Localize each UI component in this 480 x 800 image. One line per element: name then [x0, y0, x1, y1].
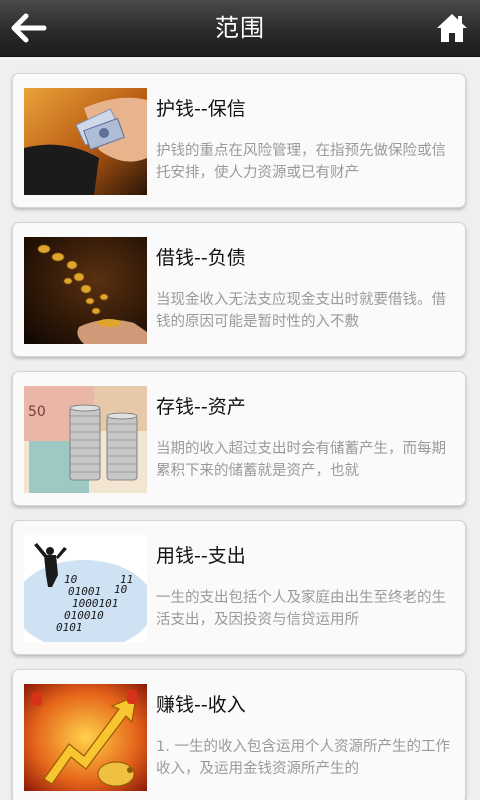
svg-text:50: 50 [28, 404, 46, 420]
home-button[interactable] [436, 11, 468, 45]
top-bar: 范围 [0, 0, 480, 57]
thumbnail-image: 50 [24, 386, 147, 493]
item-description: 护钱的重点在风险管理，在指预先做保险或信托安排，使人力资源或已有财产 [156, 143, 446, 181]
item-title: 护钱--保信 [156, 98, 246, 120]
thumbnail-image [24, 237, 147, 344]
item-title: 赚钱--收入 [156, 694, 246, 716]
svg-text:11: 11 [120, 573, 133, 586]
home-icon [437, 14, 467, 42]
thumbnail-image: 10 01001 1000101 010010 0101 10 11 [24, 535, 147, 642]
list-item[interactable]: 50 存钱--资产 当期的收入超过支出时会有储蓄产生，而每期累积下来的储蓄就是资… [12, 371, 466, 506]
list-item[interactable]: 10 01001 1000101 010010 0101 10 11 用钱--支… [12, 520, 466, 655]
item-description: 一生的支出包括个人及家庭由出生至终老的生活支出，及因投资与信贷运用所 [156, 590, 446, 628]
item-description: 当期的收入超过支出时会有储蓄产生，而每期累积下来的储蓄就是资产，也就 [156, 441, 446, 479]
item-description: 当现金收入无法支应现金支出时就要借钱。借钱的原因可能是暂时性的入不敷 [156, 292, 446, 330]
item-title: 借钱--负债 [156, 247, 246, 269]
item-description: 1. 一生的收入包含运用个人资源所产生的工作收入，及运用金钱资源所产生的 [156, 739, 450, 777]
list-item[interactable]: 借钱--负债 当现金收入无法支应现金支出时就要借钱。借钱的原因可能是暂时性的入不… [12, 222, 466, 357]
list-item[interactable]: 护钱--保信 护钱的重点在风险管理，在指预先做保险或信托安排，使人力资源或已有财… [12, 73, 466, 208]
range-list: 护钱--保信 护钱的重点在风险管理，在指预先做保险或信托安排，使人力资源或已有财… [0, 57, 480, 800]
thumbnail-image [24, 88, 147, 195]
list-item[interactable]: 赚钱--收入 1. 一生的收入包含运用个人资源所产生的工作收入，及运用金钱资源所… [12, 669, 466, 800]
item-title: 存钱--资产 [156, 396, 246, 418]
thumbnail-image [24, 684, 147, 791]
item-title: 用钱--支出 [156, 545, 246, 567]
page-title: 范围 [215, 14, 265, 42]
svg-text:0101: 0101 [56, 621, 83, 634]
